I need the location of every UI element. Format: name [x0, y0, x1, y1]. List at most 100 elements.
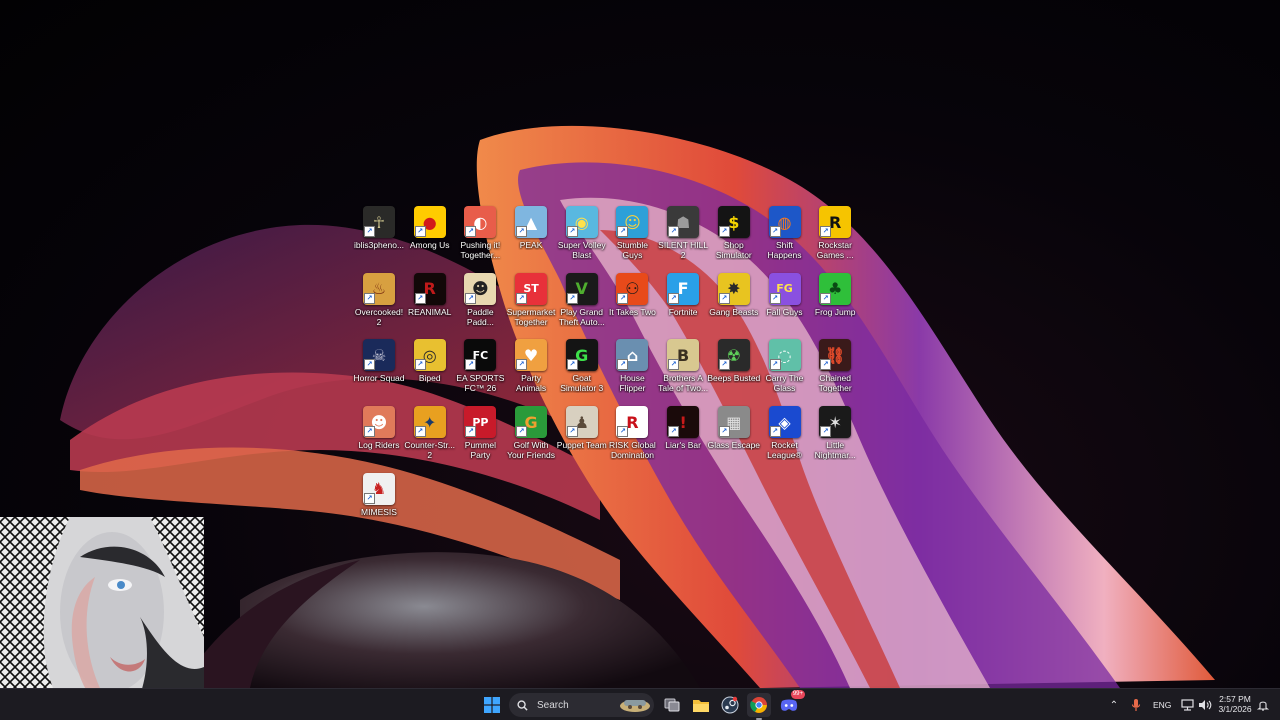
desktop-icon[interactable]: ♞ ↗ MIMESIS [354, 470, 404, 536]
chevron-up-icon: ⌃ [1109, 699, 1119, 711]
app-icon: ☻ ↗ [363, 406, 395, 439]
desktop-icon[interactable]: V ↗ Play Grand Theft Auto... [557, 270, 607, 336]
show-hidden-icons-button[interactable]: ⌃ [1106, 693, 1122, 717]
desktop-icon[interactable]: ▲ ↗ PEAK [506, 203, 556, 269]
desktop-icon-label: SILENT HILL 2 [658, 240, 709, 260]
desktop-icon[interactable]: ◍ ↗ Shift Happens [760, 203, 810, 269]
shortcut-arrow-icon: ↗ [769, 226, 781, 237]
clock[interactable]: 2:57 PM 3/1/2026 [1215, 694, 1255, 714]
app-icon: ◌ ↗ [768, 339, 801, 372]
app-icon: PP ↗ [464, 406, 497, 439]
desktop-icon[interactable]: ⚇ ↗ It Takes Two [607, 270, 657, 336]
language-indicator[interactable]: ENG [1153, 700, 1171, 710]
desktop-icon-label: iblis3pheno... [353, 240, 405, 250]
notification-center-button[interactable] [1255, 693, 1271, 717]
shortcut-arrow-icon: ↗ [364, 359, 375, 371]
desktop-icon[interactable]: ♣ ↗ Frog Jump [810, 270, 860, 336]
desktop-icon[interactable]: ☗ ↗ SILENT HILL 2 [658, 203, 708, 269]
task-view-button[interactable] [660, 693, 684, 717]
app-icon: ◎ ↗ [413, 339, 446, 372]
desktop-icon[interactable]: ◉ ↗ Super Volley Blast [557, 203, 607, 269]
desktop-icon-label: Among Us [409, 240, 450, 250]
file-explorer-button[interactable] [689, 693, 713, 717]
app-icon: ♨ ↗ [363, 272, 395, 305]
desktop-icon[interactable]: B ↗ Brothers A Tale of Two... [658, 336, 708, 402]
app-icon: R ↗ [616, 406, 649, 439]
shortcut-arrow-icon: ↗ [414, 359, 426, 371]
desktop-icon[interactable]: ⛓ ↗ Chained Together [810, 336, 860, 402]
app-icon: ● ↗ [413, 206, 446, 238]
app-icon: ! ↗ [667, 406, 700, 439]
desktop-icon[interactable]: ◌ ↗ Carry The Glass [760, 336, 810, 402]
chrome-icon [750, 697, 767, 713]
desktop-icon-label: Counter-Str... 2 [404, 440, 455, 461]
shortcut-arrow-icon: ↗ [718, 292, 730, 304]
desktop-icon-label: Rocket League® [767, 440, 802, 461]
desktop-icon[interactable]: ! ↗ Liar's Bar [658, 403, 708, 469]
desktop-icon[interactable]: G ↗ Golf With Your Friends [506, 403, 556, 469]
desktop-icon[interactable]: ☠ ↗ Horror Squad [353, 336, 405, 402]
desktop-icon-label: Goat Simulator 3 [560, 373, 604, 394]
app-icon: ☥ ↗ [363, 206, 395, 238]
desktop-icon[interactable]: ♟ ↗ Puppet Team [557, 403, 607, 469]
network-button[interactable] [1178, 693, 1196, 717]
chrome-button[interactable] [747, 693, 771, 720]
desktop-icon[interactable]: ◐ ↗ Pushing it! Together... [455, 203, 505, 269]
desktop-icon[interactable]: FC ↗ EA SPORTS FC™ 26 [455, 336, 505, 402]
taskbar-search-box[interactable]: Search [509, 693, 654, 717]
desktop-icon[interactable]: FG ↗ Fall Guys [760, 270, 810, 336]
desktop-icon[interactable]: ♨ ↗ Overcooked! 2 [354, 270, 404, 336]
desktop-icon[interactable]: ♥ ↗ Party Animals [506, 336, 556, 402]
app-icon: V ↗ [565, 272, 598, 305]
discord-button[interactable]: 99+ [777, 690, 805, 717]
desktop-icon-label: Paddle Padd... [466, 306, 494, 327]
discord-notification-badge: 99+ [790, 690, 805, 699]
app-icon: ✶ ↗ [819, 406, 852, 439]
shortcut-arrow-icon: ↗ [820, 426, 832, 438]
desktop-icon[interactable]: ☻ ↗ Paddle Padd... [455, 270, 505, 336]
app-icon: ♟ ↗ [565, 406, 598, 439]
desktop-icon[interactable]: ⌂ ↗ House Flipper [607, 336, 657, 402]
start-button[interactable] [480, 693, 504, 717]
app-icon: ♥ ↗ [515, 339, 548, 372]
desktop-icon[interactable]: R ↗ RISK Global Domination [607, 403, 657, 469]
shortcut-arrow-icon: ↗ [414, 292, 426, 304]
desktop-icon[interactable]: ◎ ↗ Biped [405, 336, 455, 402]
desktop-icon-label: Pummel Party [464, 440, 496, 461]
desktop-icon[interactable]: ✦ ↗ Counter-Str... 2 [404, 403, 455, 469]
desktop-icon[interactable]: ☺ ↗ Stumble Guys [607, 203, 657, 269]
desktop-icon[interactable]: R ↗ REANIMAL [405, 270, 455, 336]
desktop-icon[interactable]: F ↗ Fortnite [658, 270, 708, 336]
desktop-icon[interactable]: ◈ ↗ Rocket League® [760, 403, 810, 469]
app-icon: ☻ ↗ [464, 272, 497, 305]
desktop-icon[interactable]: $ ↗ Shop Simulator [709, 203, 759, 269]
steam-button[interactable] [718, 693, 742, 717]
microphone-icon [1131, 699, 1141, 711]
desktop[interactable]: ☥ ↗ iblis3pheno... ● ↗ Among Us ◐ ↗ Pushing it! … [0, 0, 1280, 688]
desktop-icon-label: MIMESIS [361, 506, 397, 517]
desktop-icon[interactable]: ✶ ↗ Little Nightmar... [810, 403, 860, 469]
desktop-icon[interactable]: R ↗ Rockstar Games ... [810, 203, 860, 269]
desktop-icon[interactable]: ● ↗ Among Us [405, 203, 455, 269]
shortcut-arrow-icon: ↗ [820, 226, 832, 237]
search-icon [517, 699, 528, 711]
shortcut-arrow-icon: ↗ [364, 292, 375, 304]
shortcut-arrow-icon: ↗ [617, 426, 629, 438]
desktop-icon[interactable]: ☥ ↗ iblis3pheno... [354, 203, 404, 269]
shortcut-arrow-icon: ↗ [769, 359, 781, 371]
desktop-icon-label: Log Riders [358, 440, 400, 451]
app-icon: $ ↗ [717, 206, 750, 238]
desktop-icon[interactable]: ☢ ↗ Beeps Busted [707, 336, 760, 402]
desktop-icon[interactable]: PP ↗ Pummel Party [455, 403, 505, 469]
volume-button[interactable] [1196, 693, 1214, 717]
shortcut-arrow-icon: ↗ [364, 226, 375, 237]
app-icon: F ↗ [667, 272, 700, 305]
desktop-icon[interactable]: ☻ ↗ Log Riders [354, 403, 404, 469]
microphone-button[interactable] [1127, 693, 1145, 717]
app-icon: ☠ ↗ [363, 339, 395, 372]
desktop-icon[interactable]: ▦ ↗ Glass Escape [708, 403, 760, 469]
desktop-icon[interactable]: G ↗ Goat Simulator 3 [557, 336, 607, 402]
app-icon: R ↗ [413, 272, 446, 305]
desktop-icon[interactable]: ✸ ↗ Gang Beasts [709, 270, 759, 336]
desktop-icon[interactable]: ST ↗ Supermarket Together [506, 270, 556, 336]
